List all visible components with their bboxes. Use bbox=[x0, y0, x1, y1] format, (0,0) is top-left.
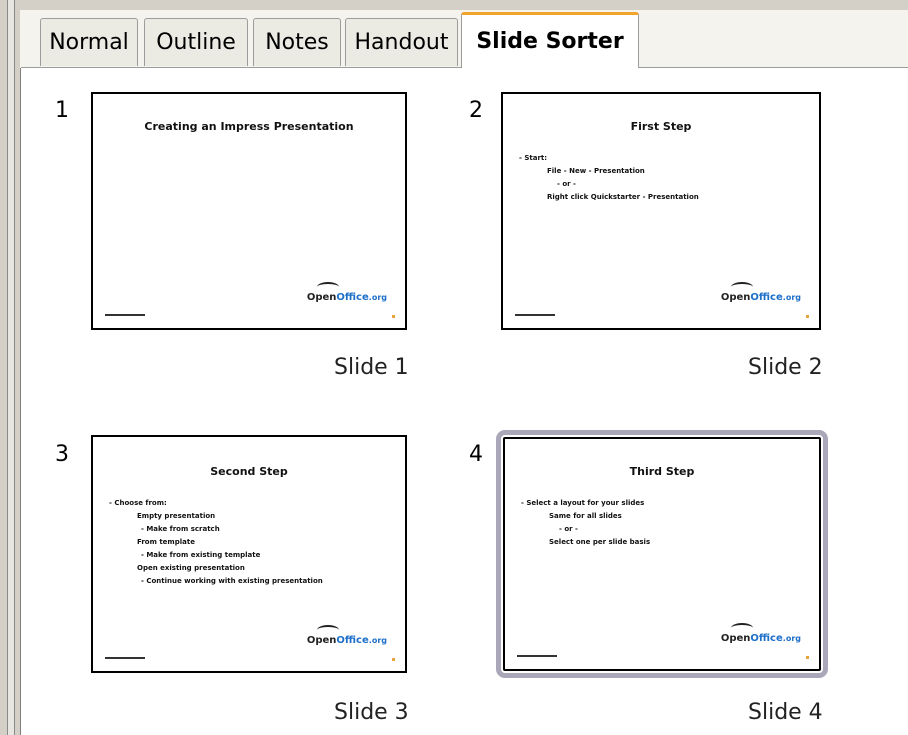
slide-thumbnail-3[interactable]: Second Step Choose from: Empty presentat… bbox=[91, 435, 407, 673]
slide-title: Third Step bbox=[629, 465, 695, 478]
openoffice-logo: OpenOffice.org bbox=[721, 623, 801, 647]
slide-caption: Slide 3 bbox=[334, 700, 409, 725]
bullet-item: - or - bbox=[559, 525, 578, 533]
bullet-item: Select one per slide basis bbox=[549, 538, 651, 546]
bullet-item: Open existing presentation bbox=[137, 564, 245, 572]
openoffice-logo: OpenOffice.org bbox=[307, 625, 387, 649]
slide-caption: Slide 4 bbox=[748, 700, 823, 725]
bullet-item: Choose from: bbox=[109, 497, 397, 510]
window-frame-left bbox=[0, 0, 21, 735]
bullet-item: File - New - Presentation bbox=[547, 167, 645, 175]
bullet-item: Right click Quickstarter - Presentation bbox=[547, 193, 699, 201]
slide-title: Second Step bbox=[210, 465, 288, 478]
footer-line bbox=[515, 314, 555, 316]
slide-thumbnail-2[interactable]: First Step Start: File - New - Presentat… bbox=[501, 92, 821, 330]
tab-notes[interactable]: Notes bbox=[253, 18, 341, 66]
slide-title: Creating an Impress Presentation bbox=[144, 120, 354, 133]
bullet-item: Start: bbox=[519, 152, 811, 165]
openoffice-logo: OpenOffice.org bbox=[721, 282, 801, 306]
bullet-item: From template bbox=[137, 538, 195, 546]
tab-slide-sorter[interactable]: Slide Sorter bbox=[461, 12, 639, 68]
slide-title: First Step bbox=[630, 120, 692, 133]
bullet-item: Make from scratch bbox=[109, 523, 397, 536]
slide-bullets: Start: File - New - Presentation - or - … bbox=[519, 152, 811, 204]
slide-caption: Slide 1 bbox=[334, 355, 409, 380]
slide-bullets: Choose from: Empty presentation Make fro… bbox=[109, 497, 397, 588]
slide-number: 2 bbox=[469, 98, 483, 123]
bullet-item: Make from existing template bbox=[109, 549, 397, 562]
slide-thumbnail-4[interactable]: Third Step Select a layout for your slid… bbox=[496, 430, 828, 678]
slide-number: 3 bbox=[55, 442, 69, 467]
openoffice-logo: OpenOffice.org bbox=[307, 282, 387, 306]
footer-dot bbox=[392, 315, 395, 318]
slide-bullets: Select a layout for your slides Same for… bbox=[521, 497, 811, 549]
footer-dot bbox=[392, 658, 395, 661]
slide-number: 4 bbox=[469, 442, 483, 467]
bullet-item: Same for all slides bbox=[549, 512, 622, 520]
tab-outline[interactable]: Outline bbox=[144, 18, 248, 66]
bullet-item: - or - bbox=[557, 180, 576, 188]
tab-handout[interactable]: Handout bbox=[345, 18, 458, 66]
footer-dot bbox=[806, 656, 809, 659]
footer-dot bbox=[806, 315, 809, 318]
slide-thumbnail-1[interactable]: Creating an Impress Presentation OpenOff… bbox=[91, 92, 407, 330]
tab-normal[interactable]: Normal bbox=[40, 18, 138, 66]
bullet-item: Continue working with existing presentat… bbox=[109, 575, 397, 588]
slide-number: 1 bbox=[55, 98, 69, 123]
slide-caption: Slide 2 bbox=[748, 355, 823, 380]
bullet-item: Select a layout for your slides bbox=[521, 497, 811, 510]
footer-line bbox=[105, 657, 145, 659]
bullet-item: Empty presentation bbox=[137, 512, 216, 520]
footer-line bbox=[517, 655, 557, 657]
footer-line bbox=[105, 314, 145, 316]
